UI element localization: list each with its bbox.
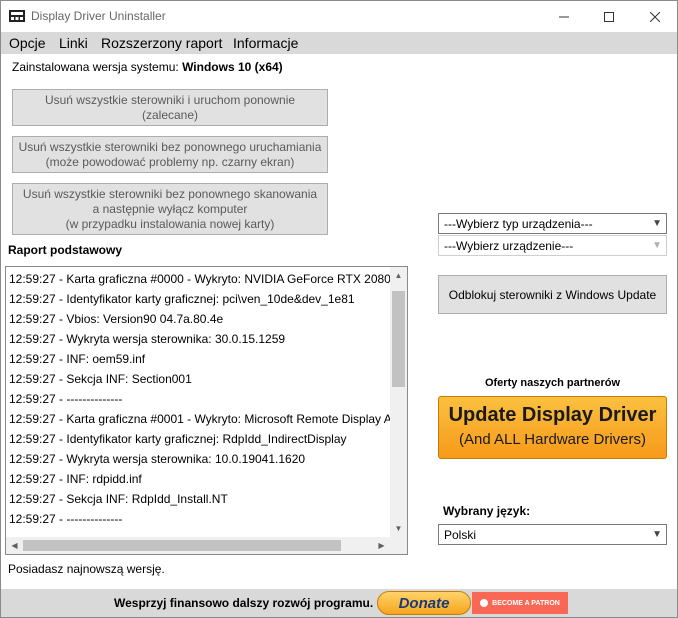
patreon-icon (480, 599, 489, 607)
close-button[interactable] (632, 1, 677, 32)
log-lines: 12:59:27 - Karta graficzna #0000 - Wykry… (9, 269, 392, 529)
device-value: ---Wybierz urządzenie--- (444, 239, 574, 253)
update-driver-promo-button[interactable]: Update Display Driver (And ALL Hardware … (438, 396, 667, 459)
button-line: Usuń wszystkie sterowniki bez ponownego … (22, 186, 318, 201)
log-line: 12:59:27 - Identyfikator karty graficzne… (9, 292, 355, 306)
log-vertical-scrollbar[interactable]: ▲ ▼ (390, 267, 407, 537)
chevron-down-icon: ▼ (652, 240, 662, 251)
button-line: Usuń wszystkie sterowniki i uruchom pono… (44, 92, 296, 107)
log-line: 12:59:27 - -------------- (9, 392, 123, 406)
language-select[interactable]: Polski ▼ (438, 524, 667, 545)
log-line: 12:59:27 - Sekcja INF: Section001 (9, 372, 192, 386)
device-select[interactable]: ---Wybierz urządzenie--- ▼ (438, 235, 667, 256)
menu-options[interactable]: Opcje (9, 35, 46, 51)
scroll-right-icon[interactable]: ▶ (373, 537, 390, 554)
button-line: Usuń wszystkie sterowniki bez ponownego … (18, 139, 322, 154)
scroll-left-icon[interactable]: ◀ (6, 537, 23, 554)
chevron-down-icon: ▼ (652, 529, 662, 540)
scroll-down-icon[interactable]: ▼ (390, 520, 407, 537)
minimize-button[interactable] (541, 1, 586, 32)
footer-bar: Wesprzyj finansowo dalszy rozwój program… (1, 589, 677, 617)
promo-subtitle: (And ALL Hardware Drivers) (458, 431, 646, 448)
window-title: Display Driver Uninstaller (31, 9, 166, 23)
promo-title: Update Display Driver (448, 404, 657, 426)
horizontal-scroll-thumb[interactable] (23, 540, 341, 551)
title-bar: Display Driver Uninstaller (1, 1, 677, 32)
donate-button[interactable]: Donate (377, 591, 471, 615)
system-version-value: Windows 10 (x64) (182, 60, 283, 74)
minimize-icon (558, 16, 569, 17)
menu-links[interactable]: Linki (59, 35, 88, 51)
log-line: 12:59:27 - Karta graficzna #0000 - Wykry… (9, 272, 392, 286)
device-type-value: ---Wybierz typ urządzenia--- (444, 217, 593, 231)
unlock-windows-update-button[interactable]: Odblokuj sterowniki z Windows Update (438, 275, 667, 314)
button-line: (w przypadku instalowania nowej karty) (65, 216, 275, 231)
chevron-down-icon: ▼ (652, 218, 662, 229)
scroll-up-icon[interactable]: ▲ (390, 267, 407, 284)
button-line: (może powodować problemy np. czarny ekra… (45, 154, 295, 169)
device-type-select[interactable]: ---Wybierz typ urządzenia--- ▼ (438, 213, 667, 234)
language-label: Wybrany język: (443, 504, 531, 518)
become-patron-button[interactable]: BECOME A PATRON (472, 592, 568, 614)
maximize-icon (603, 11, 614, 22)
log-line: 12:59:27 - INF: rdpidd.inf (9, 472, 142, 486)
vertical-scroll-thumb[interactable] (392, 291, 405, 387)
log-line: 12:59:27 - Vbios: Version90 04.7a.80.4e (9, 312, 224, 326)
log-line: 12:59:27 - Wykryta wersja sterownika: 10… (9, 452, 306, 466)
scroll-corner (390, 537, 407, 554)
system-version: Zainstalowana wersja systemu: Windows 10… (12, 60, 283, 74)
log-line: 12:59:27 - Karta graficzna #0001 - Wykry… (9, 412, 392, 426)
clean-and-shutdown-button[interactable]: Usuń wszystkie sterowniki bez ponownego … (12, 183, 328, 235)
log-line: 12:59:27 - Sekcja INF: RdpIdd_Install.NT (9, 492, 228, 506)
log-line: 12:59:27 - Wykryta wersja sterownika: 30… (9, 332, 286, 346)
button-line: (zalecane) (141, 107, 199, 122)
log-line: 12:59:27 - INF: oem59.inf (9, 352, 146, 366)
log-line: 12:59:27 - -------------- (9, 512, 123, 526)
app-icon (9, 10, 25, 22)
menu-bar: Opcje Linki Rozszerzony raport Informacj… (1, 32, 677, 54)
patron-label: BECOME A PATRON (492, 599, 560, 607)
system-version-label: Zainstalowana wersja systemu: (12, 60, 179, 74)
menu-extended-report[interactable]: Rozszerzony raport (101, 35, 222, 51)
main-window: Display Driver Uninstaller Opcje Linki R… (0, 0, 678, 618)
log-box[interactable]: 12:59:27 - Karta graficzna #0000 - Wykry… (5, 266, 408, 555)
support-text: Wesprzyj finansowo dalszy rozwój program… (114, 596, 374, 610)
maximize-button[interactable] (586, 1, 631, 32)
language-value: Polski (444, 528, 477, 542)
log-horizontal-scrollbar[interactable]: ◀ ▶ (6, 537, 390, 554)
status-text: Posiadasz najnowszą wersję. (8, 562, 165, 576)
close-icon (649, 11, 660, 22)
button-line: a następnie wyłącz komputer (92, 201, 248, 216)
clean-and-restart-button[interactable]: Usuń wszystkie sterowniki i uruchom pono… (12, 89, 328, 126)
log-title: Raport podstawowy (8, 243, 123, 257)
partners-label: Oferty naszych partnerów (484, 377, 621, 389)
clean-no-restart-button[interactable]: Usuń wszystkie sterowniki bez ponownego … (12, 136, 328, 173)
log-line: 12:59:27 - Identyfikator karty graficzne… (9, 432, 347, 446)
menu-info[interactable]: Informacje (233, 35, 298, 51)
